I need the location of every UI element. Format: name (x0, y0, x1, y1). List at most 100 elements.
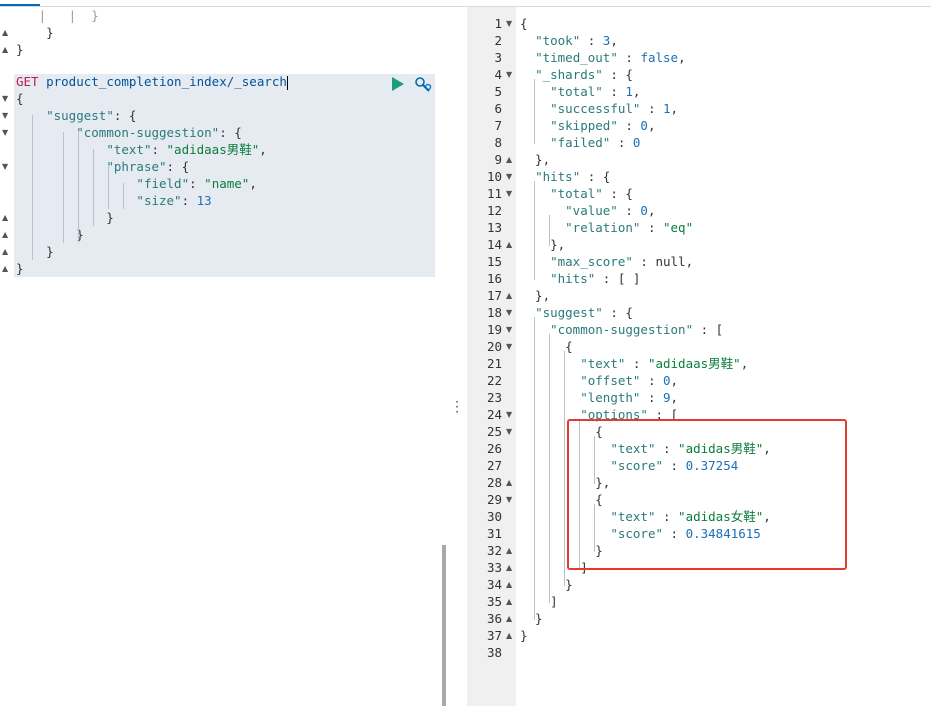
line-number: 10 (486, 169, 502, 184)
code-line: "hits" : [ ] (550, 271, 641, 286)
fold-up-icon[interactable]: ▲ (2, 226, 8, 243)
line-number: 37 (486, 628, 502, 643)
fold-up-icon[interactable]: ▲ (506, 287, 512, 304)
request-line: GET product_completion_index/_search (16, 73, 288, 90)
left-scrollbar[interactable] (442, 545, 446, 706)
line-number: 24 (486, 407, 502, 422)
response-viewer[interactable]: { "took" : 3, "timed_out" : false, "_sha… (516, 7, 931, 706)
code-line: ] (520, 594, 558, 609)
fold-down-icon[interactable]: ▼ (2, 90, 8, 107)
fold-down-icon[interactable]: ▼ (506, 304, 512, 321)
fold-up-icon[interactable]: ▲ (2, 24, 8, 41)
fold-up-icon[interactable]: ▲ (506, 236, 512, 253)
line-number: 30 (486, 509, 502, 524)
code-line: } (520, 611, 543, 626)
line-number: 32 (486, 543, 502, 558)
line-number: 28 (486, 475, 502, 490)
line-number: 3 (494, 50, 502, 65)
fold-down-icon[interactable]: ▼ (2, 124, 8, 141)
wrench-icon[interactable] (414, 76, 432, 92)
code-line: "offset" : 0, (580, 373, 679, 388)
line-number: 2 (494, 33, 502, 48)
indent-guide (534, 317, 535, 620)
line-number: 31 (486, 526, 502, 541)
fold-down-icon[interactable]: ▼ (506, 423, 512, 440)
line-number: 27 (486, 458, 502, 473)
fold-up-icon[interactable]: ▲ (506, 151, 512, 168)
line-number-gutter: 1 ▼ 2 3 4 ▼ 5 6 7 8 9 ▲ 10 ▼ 11 ▼ 12 13 14 ▲ 15 16 17 ▲ 18 ▼ 19 ▼ 20… (467, 7, 516, 706)
code-line: } (16, 42, 24, 57)
code-line: "common-suggestion" : [ (550, 322, 724, 337)
fold-down-icon[interactable]: ▼ (506, 66, 512, 83)
indent-guide (63, 132, 64, 243)
fold-down-icon[interactable]: ▼ (506, 406, 512, 423)
line-number: 5 (494, 84, 502, 99)
fold-up-icon[interactable]: ▲ (506, 593, 512, 610)
code-line: } (16, 210, 114, 225)
fold-down-icon[interactable]: ▼ (506, 321, 512, 338)
code-line: "common-suggestion": { (76, 125, 242, 140)
code-line: "value" : 0, (565, 203, 656, 218)
top-tab-bar (0, 0, 931, 7)
indent-guide (534, 79, 535, 144)
code-line: "size": 13 (136, 193, 212, 208)
fold-up-icon[interactable]: ▲ (506, 542, 512, 559)
fold-up-icon[interactable]: ▲ (506, 576, 512, 593)
fold-down-icon[interactable]: ▼ (506, 491, 512, 508)
fold-up-icon[interactable]: ▲ (506, 559, 512, 576)
line-number: 36 (486, 611, 502, 626)
code-line: } (16, 244, 54, 259)
fold-up-icon[interactable]: ▲ (2, 260, 8, 277)
fold-down-icon[interactable]: ▼ (506, 185, 512, 202)
fold-up-icon[interactable]: ▲ (506, 474, 512, 491)
request-editor[interactable]: | | } ▲ } ▲ } GET product_completion_ind… (0, 7, 446, 706)
line-number: 34 (486, 577, 502, 592)
line-number: 13 (486, 220, 502, 235)
code-line: "text": "adidaas男鞋", (106, 142, 267, 157)
indent-guide (534, 181, 535, 280)
code-line: "text" : "adidaas男鞋", (580, 356, 749, 371)
indent-guide (93, 149, 94, 226)
line-number: 19 (486, 322, 502, 337)
line-number: 17 (486, 288, 502, 303)
code-line: "_shards" : { (535, 67, 633, 82)
code-line: } (520, 628, 528, 643)
fold-down-icon[interactable]: ▼ (506, 168, 512, 185)
line-number: 20 (486, 339, 502, 354)
code-line: "suggest" : { (535, 305, 633, 320)
text-cursor (286, 75, 288, 90)
code-line: "took" : 3, (535, 33, 618, 48)
indent-guide (108, 166, 109, 209)
code-line: "total" : { (550, 186, 633, 201)
line-number: 9 (494, 152, 502, 167)
line-number: 7 (494, 118, 502, 133)
line-number: 23 (486, 390, 502, 405)
fold-down-icon[interactable]: ▼ (506, 15, 512, 32)
fold-up-icon[interactable]: ▲ (2, 243, 8, 260)
code-line: "timed_out" : false, (535, 50, 686, 65)
fold-up-icon[interactable]: ▲ (2, 209, 8, 226)
line-number: 6 (494, 101, 502, 116)
vertical-dots-icon[interactable]: · · · (451, 396, 463, 418)
fold-up-icon[interactable]: ▲ (2, 41, 8, 58)
active-tab-indicator[interactable] (0, 4, 40, 6)
line-number: 26 (486, 441, 502, 456)
code-line: "relation" : "eq" (565, 220, 694, 235)
code-line: } (16, 227, 84, 242)
request-url: product_completion_index/_search (46, 74, 287, 89)
indent-guide (123, 183, 124, 209)
fold-down-icon[interactable]: ▼ (2, 158, 8, 175)
code-line: }, (520, 152, 551, 167)
line-number: 14 (486, 237, 502, 252)
fold-down-icon[interactable]: ▼ (506, 338, 512, 355)
line-number: 21 (486, 356, 502, 371)
fold-up-icon[interactable]: ▲ (506, 610, 512, 627)
fold-down-icon[interactable]: ▼ (2, 107, 8, 124)
line-number: 4 (494, 67, 502, 82)
play-icon[interactable] (391, 77, 405, 91)
line-number: 38 (486, 645, 502, 660)
indent-guide (32, 115, 33, 260)
line-number: 22 (486, 373, 502, 388)
fold-up-icon[interactable]: ▲ (506, 627, 512, 644)
code-line: "total" : 1, (550, 84, 641, 99)
